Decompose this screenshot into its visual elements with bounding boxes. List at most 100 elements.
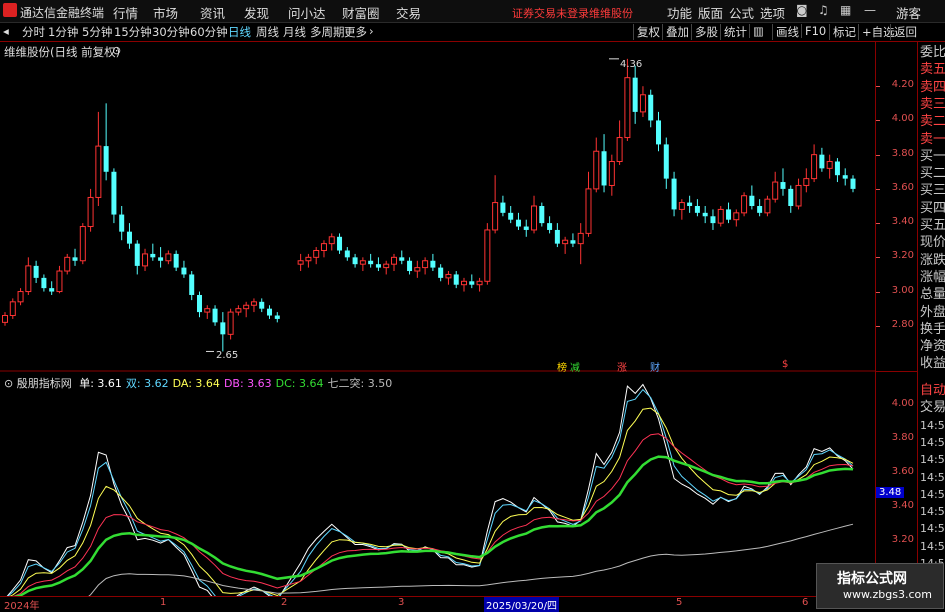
menu-assistant[interactable]: 问小达 xyxy=(288,3,326,22)
toolbar-stats[interactable]: 统计 xyxy=(720,24,750,40)
side-panel-lower-item[interactable]: 14:56 xyxy=(920,520,945,538)
candle-body xyxy=(134,243,140,266)
side-panel-item[interactable]: 涨幅 xyxy=(920,269,945,287)
menu-trade[interactable]: 交易 xyxy=(396,3,421,22)
minimize-icon[interactable]: — xyxy=(864,3,876,17)
indicator-chart[interactable] xyxy=(0,372,875,596)
side-panel-item[interactable]: 委比 xyxy=(920,44,945,62)
period-30min[interactable]: 30分钟 xyxy=(152,24,190,40)
side-panel-lower-item[interactable]: 14:56 xyxy=(920,538,945,556)
candle-body xyxy=(710,216,716,224)
period-timeshare[interactable]: 分时 xyxy=(22,24,45,40)
tool-layout[interactable]: 版面 xyxy=(698,3,723,22)
menu-wealth[interactable]: 财富圈 xyxy=(342,3,380,22)
side-panel-item[interactable]: 现价 xyxy=(920,234,945,252)
nav-left-icon[interactable]: ◂ xyxy=(3,24,9,38)
y-tick-label: 4.00 xyxy=(891,398,914,410)
side-panel-item[interactable]: 买三 xyxy=(920,182,945,200)
menu-discover[interactable]: 发现 xyxy=(244,3,269,22)
indicator-value: 七二突: 3.50 xyxy=(327,377,393,390)
period-60min[interactable]: 60分钟 xyxy=(190,24,228,40)
side-panel-lower-item[interactable]: 14:56 xyxy=(920,451,945,469)
side-panel-item[interactable]: 涨跌 xyxy=(920,252,945,270)
side-panel-item[interactable]: 卖二 xyxy=(920,113,945,131)
side-panel-lower-item[interactable]: 交易 xyxy=(920,399,945,417)
period-5min[interactable]: 5分钟 xyxy=(82,24,112,40)
login-notice[interactable]: 证券交易未登录 xyxy=(512,5,589,21)
period-more[interactable]: 更多 xyxy=(344,24,367,40)
side-panel-lower-item[interactable]: 14:56 xyxy=(920,486,945,504)
period-15min[interactable]: 15分钟 xyxy=(114,24,152,40)
guest-label[interactable]: 游客 xyxy=(896,3,921,22)
toolbar-return[interactable]: 返回 xyxy=(890,24,920,40)
candle-body xyxy=(49,288,55,292)
side-panel-item[interactable]: 外盘 xyxy=(920,304,945,322)
candle-body xyxy=(33,265,39,278)
toolbar-mark[interactable]: 标记 xyxy=(829,24,859,40)
period-daily[interactable]: 日线 xyxy=(228,24,251,40)
toolbar-overlay[interactable]: 叠加 xyxy=(662,24,692,40)
indicator-line-4 xyxy=(13,433,854,596)
grid-view-icon[interactable]: ▥ xyxy=(749,24,767,38)
period-weekly[interactable]: 周线 xyxy=(256,24,279,40)
indicator-settings-icon[interactable]: ⊙ xyxy=(4,377,13,390)
chevron-right-icon[interactable]: › xyxy=(369,24,374,38)
period-1min[interactable]: 1分钟 xyxy=(48,24,78,40)
toolbar-adjust[interactable]: 复权 xyxy=(633,24,663,40)
side-panel-item[interactable]: 卖三 xyxy=(920,96,945,114)
candle-body xyxy=(484,229,491,282)
candle-body xyxy=(220,322,226,335)
menu-market[interactable]: 行情 xyxy=(113,3,138,22)
side-panel-item[interactable]: 卖五 xyxy=(920,61,945,79)
chevron-down-icon[interactable]: ⊙ xyxy=(112,44,121,57)
tool-options[interactable]: 选项 xyxy=(760,3,785,22)
candle-body xyxy=(492,202,499,231)
indicator-name: 殷朋指标网 xyxy=(16,377,72,390)
side-panel-item[interactable]: 卖四 xyxy=(920,79,945,97)
title-bar: 通达信金融终端 行情 市场 资讯 发现 问小达 财富圈 交易 证券交易未登录 维… xyxy=(0,0,945,23)
tool-formula[interactable]: 公式 xyxy=(729,3,754,22)
candle-body xyxy=(181,267,187,275)
candle-body xyxy=(819,154,825,169)
y-tick-label: 3.20 xyxy=(891,534,914,546)
side-panel-item[interactable]: 买五 xyxy=(920,217,945,235)
side-panel-item[interactable]: 总量 xyxy=(920,286,945,304)
side-panel-lower-item[interactable]: 14:56 xyxy=(920,469,945,487)
side-panel-lower-item[interactable]: 14:56 xyxy=(920,503,945,521)
candle-body xyxy=(733,212,740,221)
menu-markets[interactable]: 市场 xyxy=(153,3,178,22)
side-panel-item[interactable]: 买四 xyxy=(920,200,945,218)
period-monthly[interactable]: 月线 xyxy=(283,24,306,40)
toolbar-drawline[interactable]: 画线 xyxy=(772,24,802,40)
toolbar-multistock[interactable]: 多股 xyxy=(691,24,721,40)
candle-body xyxy=(79,226,86,262)
side-panel-item[interactable]: 换手 xyxy=(920,321,945,339)
tool-function[interactable]: 功能 xyxy=(667,3,692,22)
candle-body xyxy=(103,146,109,172)
grid-icon[interactable]: ▦ xyxy=(840,3,851,17)
side-panel-item[interactable]: 买一 xyxy=(920,148,945,166)
candle-body xyxy=(608,161,615,186)
candlestick-chart[interactable] xyxy=(0,42,875,372)
side-panel-item[interactable]: 净资 xyxy=(920,338,945,356)
candle-body xyxy=(158,257,164,261)
candle-body xyxy=(430,260,436,268)
side-panel-lower-item[interactable]: 14:56 xyxy=(920,417,945,435)
side-panel-item[interactable]: 卖一 xyxy=(920,131,945,149)
bell-icon[interactable]: ♫ xyxy=(818,3,829,17)
menu-news[interactable]: 资讯 xyxy=(200,3,225,22)
side-panel-lower-item[interactable]: 14:56 xyxy=(920,434,945,452)
side-panel-item[interactable]: 收益 xyxy=(920,355,945,373)
candle-body xyxy=(508,212,514,220)
indicator-value: 单: 3.61 xyxy=(79,377,122,390)
candle-body xyxy=(204,308,211,313)
period-multi[interactable]: 多周期 xyxy=(310,24,345,40)
candle-body xyxy=(795,184,802,207)
side-panel-lower-item[interactable]: 自动 xyxy=(920,382,945,400)
candle-body xyxy=(375,264,381,268)
person-icon[interactable]: ◙ xyxy=(796,3,808,17)
side-panel-item[interactable]: 买二 xyxy=(920,165,945,183)
candle-body xyxy=(337,236,343,251)
toolbar-f10[interactable]: F10 xyxy=(801,24,829,38)
event-marker-dividend[interactable]: $ xyxy=(782,359,788,370)
